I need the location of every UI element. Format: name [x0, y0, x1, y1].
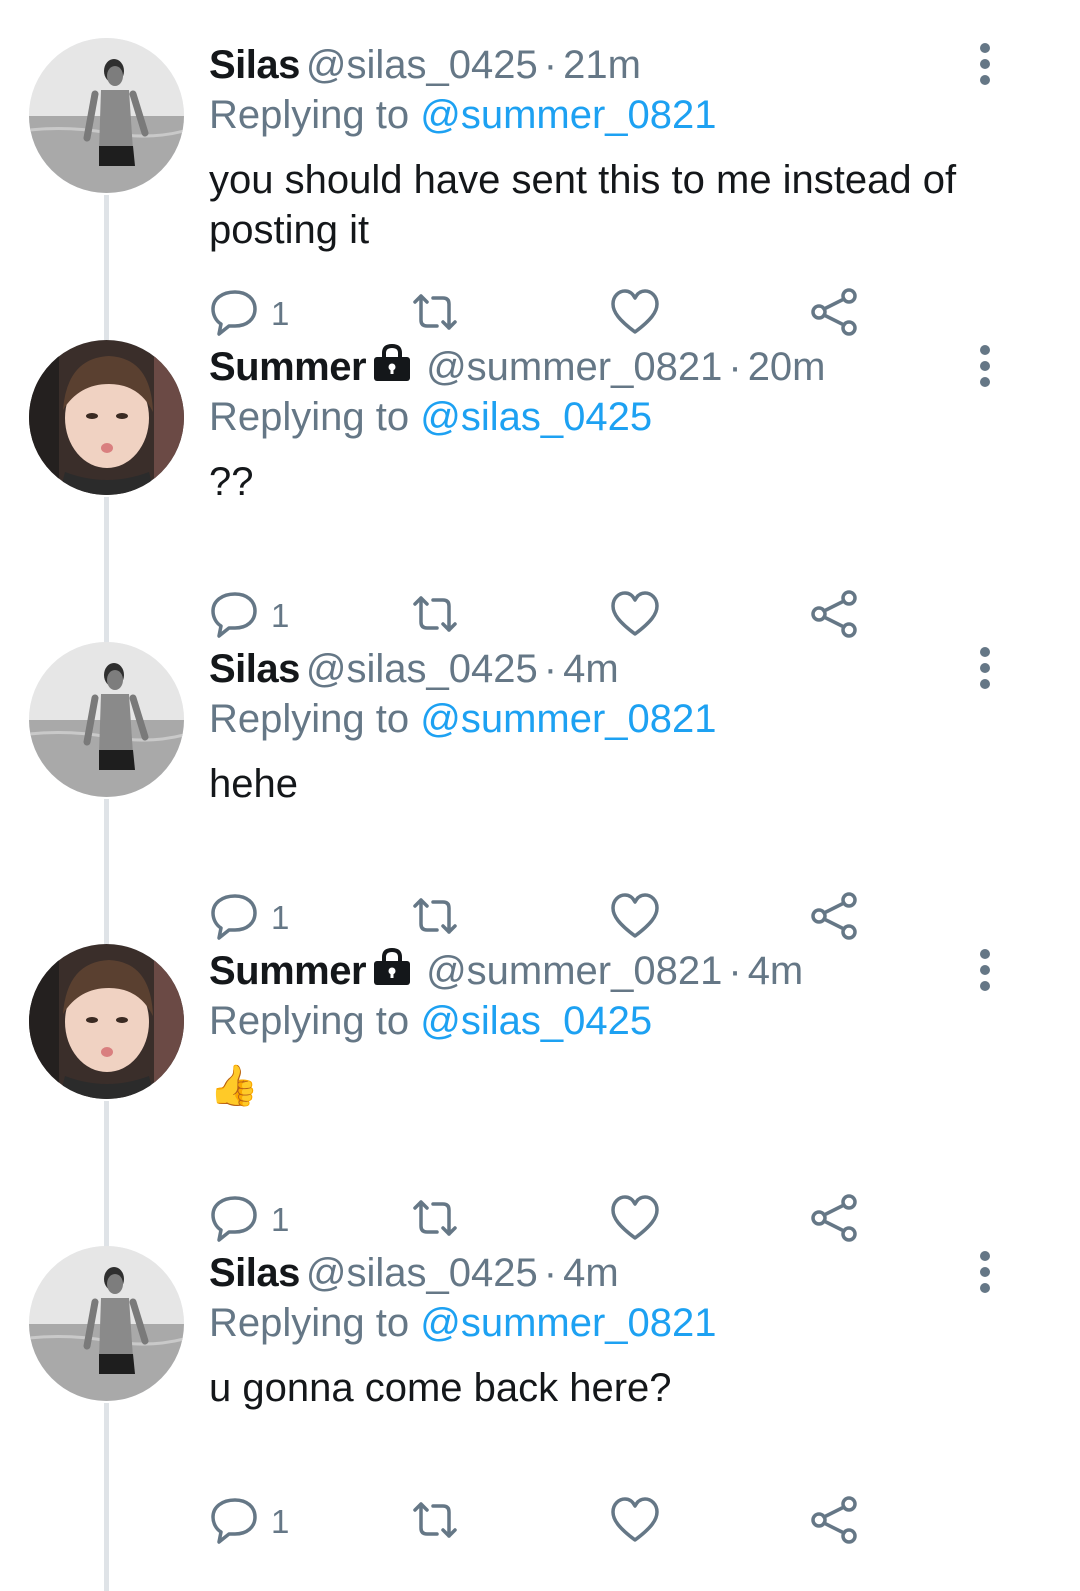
tweet-1[interactable]: Silas @silas_0425 · 21m Replying to @summer_…	[0, 0, 1080, 336]
timestamp[interactable]: 20m	[748, 345, 826, 389]
author-name[interactable]: Silas	[209, 647, 300, 691]
replying-to-line: Replying to @silas_0425	[209, 996, 652, 1046]
replying-to-label: Replying to	[209, 999, 410, 1043]
timestamp[interactable]: 4m	[748, 949, 804, 993]
avatar[interactable]	[29, 642, 184, 797]
tweet-actions: 1	[209, 1495, 889, 1549]
replying-to-label: Replying to	[209, 697, 410, 741]
timestamp[interactable]: 21m	[563, 43, 641, 87]
reply-thread: Silas @silas_0425 · 21m Replying to @summer_…	[0, 0, 1080, 1591]
more-vertical-icon[interactable]	[970, 344, 1000, 388]
retweet-icon	[409, 1494, 461, 1551]
replying-to-handle-link[interactable]: @silas_0425	[420, 999, 652, 1043]
replying-to-label: Replying to	[209, 395, 410, 439]
tweet-3[interactable]: Silas @silas_0425 · 4m Replying to @summer_0…	[0, 604, 1080, 940]
more-vertical-icon[interactable]	[970, 948, 1000, 992]
separator-dot: ·	[728, 345, 742, 389]
more-vertical-icon[interactable]	[970, 42, 1000, 86]
replying-to-line: Replying to @silas_0425	[209, 392, 652, 442]
timestamp[interactable]: 4m	[563, 647, 619, 691]
share-icon	[809, 1494, 861, 1551]
avatar[interactable]	[29, 1246, 184, 1401]
author-handle[interactable]: @silas_0425	[306, 43, 538, 87]
replying-to-label: Replying to	[209, 93, 410, 137]
more-vertical-icon[interactable]	[970, 646, 1000, 690]
avatar[interactable]	[29, 340, 184, 495]
author-handle[interactable]: @summer_0821	[426, 949, 722, 993]
separator-dot: ·	[543, 647, 558, 691]
author-handle[interactable]: @silas_0425	[306, 1251, 538, 1295]
author-name[interactable]: Silas	[209, 1251, 300, 1295]
tweet-header: Silas @silas_0425 · 4m	[209, 644, 619, 694]
tweet-header: Silas @silas_0425 · 4m	[209, 1248, 619, 1298]
separator-dot: ·	[543, 43, 558, 87]
author-name[interactable]: Silas	[209, 43, 300, 87]
tweet-header: Summer @summer_0821 · 4m	[209, 946, 803, 998]
more-vertical-icon[interactable]	[970, 1250, 1000, 1294]
replying-to-label: Replying to	[209, 1301, 410, 1345]
heart-icon	[609, 1494, 661, 1551]
replying-to-handle-link[interactable]: @summer_0821	[420, 93, 716, 137]
replying-to-line: Replying to @summer_0821	[209, 1298, 717, 1348]
retweet-button[interactable]	[409, 1495, 461, 1549]
author-handle[interactable]: @silas_0425	[306, 647, 538, 691]
replying-to-handle-link[interactable]: @summer_0821	[420, 1301, 716, 1345]
tweet-header: Summer @summer_0821 · 20m	[209, 342, 826, 394]
separator-dot: ·	[543, 1251, 558, 1295]
replying-to-handle-link[interactable]: @silas_0425	[420, 395, 652, 439]
separator-dot: ·	[728, 949, 742, 993]
replying-to-line: Replying to @summer_0821	[209, 90, 717, 140]
tweet-text: hehe	[209, 762, 298, 806]
author-name[interactable]: Summer	[209, 949, 367, 993]
author-name[interactable]: Summer	[209, 345, 367, 389]
replying-to-handle-link[interactable]: @summer_0821	[420, 697, 716, 741]
tweet-text: 👍	[209, 1064, 259, 1108]
tweet-4[interactable]: Summer @summer_0821 · 4m Replying to @silas_…	[0, 906, 1080, 1242]
tweet-2[interactable]: Summer @summer_0821 · 20m Replying to @silas…	[0, 302, 1080, 638]
tweet-header: Silas @silas_0425 · 21m	[209, 40, 641, 90]
reply-button[interactable]: 1	[209, 1495, 289, 1549]
avatar[interactable]	[29, 38, 184, 193]
author-handle[interactable]: @summer_0821	[426, 345, 722, 389]
like-button[interactable]	[609, 1495, 661, 1549]
tweet-text: u gonna come back here?	[209, 1366, 672, 1410]
share-button[interactable]	[809, 1495, 861, 1549]
tweet-text: ??	[209, 460, 254, 504]
replying-to-line: Replying to @summer_0821	[209, 694, 717, 744]
lock-icon	[372, 947, 412, 998]
timestamp[interactable]: 4m	[563, 1251, 619, 1295]
reply-count: 1	[271, 1503, 290, 1540]
tweet-5[interactable]: Silas @silas_0425 · 4m Replying to @summer_0…	[0, 1208, 1080, 1544]
avatar[interactable]	[29, 944, 184, 1099]
lock-icon	[372, 343, 412, 394]
reply-icon	[209, 1494, 261, 1551]
tweet-text: you should have sent this to me instead …	[209, 158, 957, 252]
